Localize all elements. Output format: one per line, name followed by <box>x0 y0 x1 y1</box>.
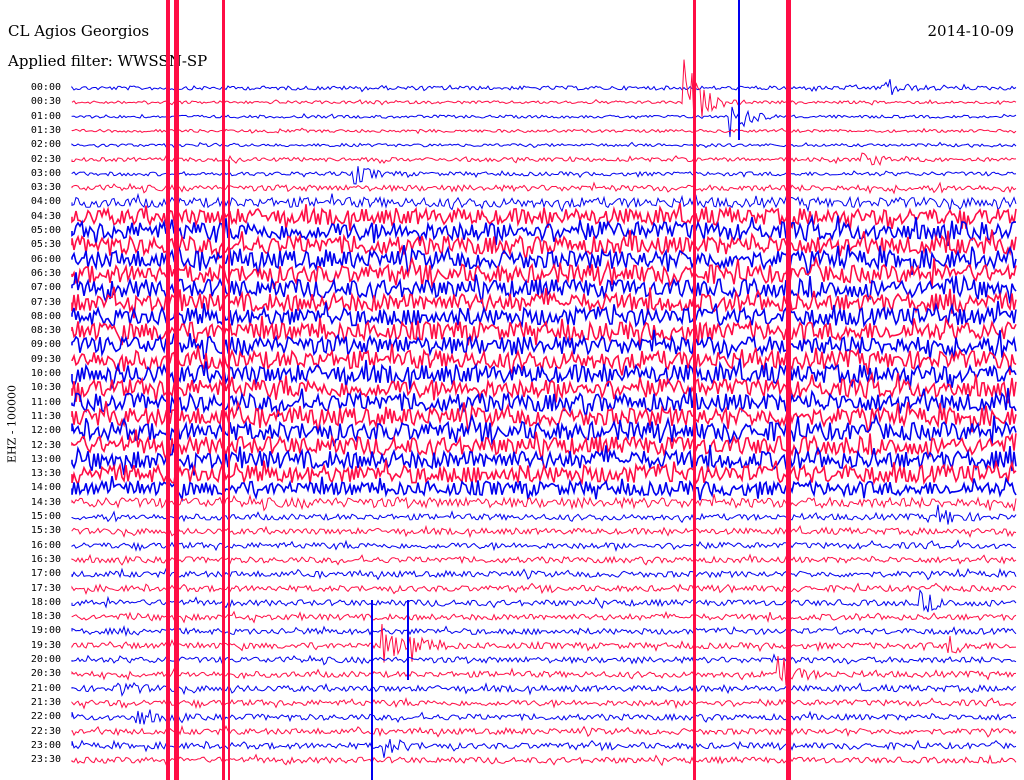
trace-1630 <box>71 553 1017 566</box>
spike-bar <box>738 0 740 140</box>
spike-bar <box>174 0 179 780</box>
trace-1430 <box>71 493 1017 512</box>
trace-0230 <box>71 152 1017 166</box>
spike-bar <box>693 0 696 780</box>
spike-bar <box>222 0 225 780</box>
trace-2100 <box>71 682 1017 697</box>
trace-2230 <box>71 724 1017 738</box>
trace-0130 <box>71 127 1017 135</box>
trace-1900 <box>71 625 1017 637</box>
trace-0200 <box>71 141 1017 149</box>
trace-1830 <box>71 610 1017 624</box>
trace-1800 <box>71 588 1017 613</box>
spike-bar <box>407 600 409 680</box>
trace-1600 <box>71 539 1017 552</box>
trace-0030 <box>71 59 1017 122</box>
trace-group <box>71 59 1017 767</box>
trace-1300 <box>71 444 1017 476</box>
trace-1100 <box>71 387 1017 418</box>
trace-2330 <box>71 753 1017 767</box>
trace-0000 <box>71 79 1017 96</box>
trace-2130 <box>71 696 1017 710</box>
trace-1500 <box>71 504 1017 525</box>
trace-0330 <box>71 181 1017 195</box>
trace-2030 <box>71 655 1017 689</box>
trace-1230 <box>71 429 1017 462</box>
spike-bar <box>371 600 373 780</box>
trace-2200 <box>71 709 1017 725</box>
spike-bar <box>786 0 789 780</box>
trace-2000 <box>71 653 1017 666</box>
trace-0100 <box>71 106 1017 138</box>
spike-bar <box>166 0 170 780</box>
trace-1730 <box>71 582 1017 596</box>
trace-2300 <box>71 738 1017 758</box>
spike-bar <box>789 0 791 780</box>
trace-0300 <box>71 166 1017 185</box>
trace-1700 <box>71 567 1017 581</box>
trace-1530 <box>71 524 1017 539</box>
spike-bar <box>228 160 230 780</box>
seismogram-plot <box>71 0 1017 780</box>
